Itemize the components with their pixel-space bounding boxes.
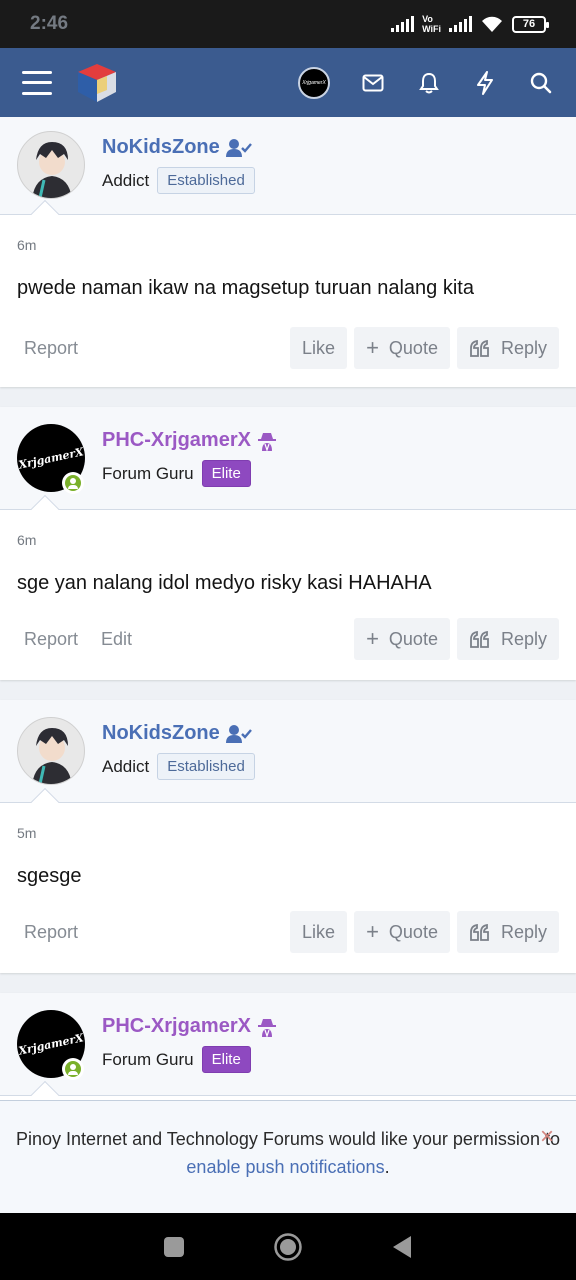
avatar[interactable]: XrjgamerX: [17, 424, 85, 494]
post-time[interactable]: 6m: [17, 237, 559, 253]
post-message: sge yan nalang idol medyo risky kasi HAH…: [17, 572, 432, 594]
like-button[interactable]: Like: [290, 911, 348, 953]
signal-icon-2: [449, 16, 472, 32]
battery-icon: 76: [512, 15, 549, 33]
inbox-icon[interactable]: [360, 70, 386, 96]
user-badge: Established: [157, 753, 255, 780]
reply-quote-icon: [470, 923, 489, 941]
reply-quote-icon: [470, 339, 489, 357]
report-link[interactable]: Report: [24, 629, 78, 650]
system-nav-bar: [0, 1213, 576, 1280]
notice-text: Pinoy Internet and Technology Forums wou…: [16, 1129, 560, 1149]
post-author: NoKidsZone Addict Established: [0, 700, 576, 817]
avatar[interactable]: [17, 717, 85, 785]
post: NoKidsZone Addict Established 6m pwede na…: [0, 117, 576, 387]
user-title: Forum Guru: [102, 463, 194, 483]
signal-icon: [391, 16, 415, 32]
plus-icon: +: [366, 335, 379, 360]
back-icon[interactable]: [391, 1235, 413, 1259]
user-badge: Established: [157, 167, 255, 194]
status-bar: 2:46 Vo WiFi 76: [0, 0, 576, 48]
user-title: Addict: [102, 756, 150, 776]
user-badge: Elite: [201, 460, 251, 487]
bell-icon[interactable]: [416, 70, 442, 96]
quote-button[interactable]: + Quote: [354, 327, 450, 369]
username[interactable]: PHC-XrjgamerX: [102, 429, 277, 452]
verified-user-icon: [225, 724, 252, 743]
menu-icon[interactable]: [22, 70, 52, 95]
system-icons: Vo WiFi 76: [391, 14, 549, 34]
app-header: XrjgamerX: [0, 48, 576, 117]
recents-icon[interactable]: [163, 1236, 185, 1258]
reply-button[interactable]: Reply: [456, 911, 559, 953]
post-author: NoKidsZone Addict Established: [0, 117, 576, 229]
user-title: Forum Guru: [102, 1049, 194, 1069]
post-message: pwede naman ikaw na magsetup turuan nala…: [17, 277, 474, 299]
incognito-icon: [257, 1018, 276, 1037]
online-status-icon: [62, 1058, 84, 1080]
vowifi-icon: Vo WiFi: [422, 14, 441, 34]
quote-button[interactable]: + Quote: [354, 911, 450, 953]
incognito-icon: [257, 432, 276, 451]
post-time[interactable]: 6m: [17, 532, 559, 548]
username[interactable]: PHC-XrjgamerX: [102, 1015, 277, 1038]
reply-button[interactable]: Reply: [456, 618, 559, 660]
online-status-icon: [62, 472, 84, 494]
edit-link[interactable]: Edit: [101, 629, 132, 650]
post: NoKidsZone Addict Established 5m sgesge R…: [0, 700, 576, 973]
verified-user-icon: [225, 138, 252, 157]
like-button[interactable]: Like: [290, 327, 348, 369]
report-link[interactable]: Report: [24, 338, 78, 359]
username[interactable]: NoKidsZone: [102, 136, 255, 159]
plus-icon: +: [366, 626, 379, 651]
post-time[interactable]: 5m: [17, 825, 559, 841]
close-icon[interactable]: ×: [540, 1123, 554, 1151]
reply-quote-icon: [470, 630, 489, 648]
avatar[interactable]: [17, 131, 85, 199]
post: XrjgamerX PHC-XrjgamerX Forum Guru Elite …: [0, 407, 576, 680]
site-logo[interactable]: [74, 60, 120, 106]
avatar[interactable]: XrjgamerX: [17, 1010, 85, 1080]
report-link[interactable]: Report: [24, 922, 78, 943]
push-notification-notice: Pinoy Internet and Technology Forums wou…: [0, 1100, 576, 1213]
user-title: Addict: [102, 170, 150, 190]
user-badge: Elite: [201, 1046, 251, 1073]
post-author: XrjgamerX PHC-XrjgamerX Forum Guru Elite: [0, 993, 576, 1110]
plus-icon: +: [366, 919, 379, 944]
lightning-icon[interactable]: [472, 70, 498, 96]
wifi-icon: [482, 16, 502, 32]
clock: 2:46: [30, 13, 69, 34]
search-icon[interactable]: [528, 70, 554, 96]
reply-button[interactable]: Reply: [456, 327, 559, 369]
post-message: sgesge: [17, 865, 82, 887]
username[interactable]: NoKidsZone: [102, 722, 255, 745]
user-avatar[interactable]: XrjgamerX: [298, 66, 330, 99]
quote-button[interactable]: + Quote: [354, 618, 450, 660]
post-author: XrjgamerX PHC-XrjgamerX Forum Guru Elite: [0, 407, 576, 524]
home-icon[interactable]: [273, 1232, 303, 1262]
enable-push-link[interactable]: enable push notifications: [186, 1157, 384, 1177]
post: XrjgamerX PHC-XrjgamerX Forum Guru Elite: [0, 993, 576, 1113]
